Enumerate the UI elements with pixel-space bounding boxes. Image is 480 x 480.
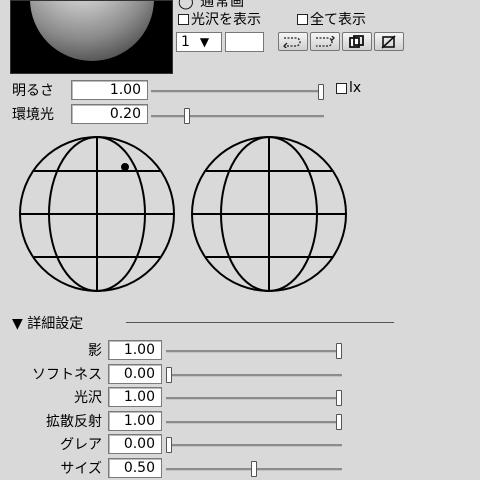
details-section-toggle[interactable]: ▼ 詳細設定 [12,313,83,333]
gloss-label: 光沢 [74,390,102,406]
glare-field[interactable]: 0.00 [108,434,162,454]
softness-field[interactable]: 0.00 [108,364,162,384]
ambient-field[interactable]: 0.20 [71,104,148,124]
shadow-label: 影 [88,343,102,359]
diffuse-slider-track[interactable] [166,421,342,424]
diffuse-slider-thumb[interactable] [336,414,342,430]
lx-checkbox[interactable]: lx [336,80,361,96]
light-direction-spheres [19,136,347,292]
delete-light-button[interactable] [374,32,404,51]
gloss-field[interactable]: 1.00 [108,387,162,407]
brightness-slider-thumb[interactable] [318,84,324,100]
chevron-down-icon: ▼ [199,35,210,49]
paste-arrow-icon [316,35,335,47]
brightness-field[interactable]: 1.00 [71,80,148,100]
copy-arrow-icon [283,36,301,48]
shadow-field[interactable]: 1.00 [108,340,162,360]
ambient-slider-track[interactable] [151,115,324,118]
softness-slider-track[interactable] [166,374,342,377]
ambient-slider-thumb[interactable] [184,108,190,124]
brightness-label: 明るさ [12,83,54,99]
softness-slider-thumb[interactable] [166,367,172,383]
light-name-field[interactable] [225,32,264,52]
material-preview [10,0,173,74]
delete-icon [381,34,396,49]
shadow-slider-track[interactable] [166,350,342,353]
ambient-label: 環境光 [12,107,54,123]
shadow-slider-thumb[interactable] [336,343,342,359]
checkbox-box[interactable] [178,13,189,25]
light-select-value: 1 [181,34,190,50]
brightness-slider-track[interactable] [151,90,324,93]
front-light-sphere[interactable] [19,136,175,292]
lx-label: lx [349,80,362,96]
size-slider-thumb[interactable] [251,461,257,477]
size-field[interactable]: 0.50 [108,458,162,478]
back-light-sphere[interactable] [191,136,347,292]
diffuse-label: 拡散反射 [46,414,102,430]
duplicate-icon [349,34,364,48]
paste-light-button[interactable] [310,32,340,51]
size-label: サイズ [60,461,102,477]
glare-label: グレア [60,437,102,453]
gloss-slider-track[interactable] [166,397,342,400]
light-position-dot[interactable] [121,163,129,171]
glare-slider-track[interactable] [166,444,342,447]
gloss-slider-thumb[interactable] [336,390,342,406]
show-all-label: 全て表示 [310,12,366,28]
softness-label: ソフトネス [32,367,102,383]
checkbox-box[interactable] [336,82,347,94]
duplicate-light-button[interactable] [342,32,372,51]
preview-sphere [30,1,154,61]
checkbox-box[interactable] [297,13,308,25]
copy-light-button[interactable] [278,32,308,51]
show-gloss-checkbox[interactable]: 光沢を表示 [178,9,261,29]
show-gloss-label: 光沢を表示 [191,12,261,28]
show-all-checkbox[interactable]: 全て表示 [297,9,366,29]
section-divider [126,322,394,323]
diffuse-field[interactable]: 1.00 [108,411,162,431]
light-select[interactable]: 1 ▼ [176,32,222,52]
glare-slider-thumb[interactable] [166,437,172,453]
